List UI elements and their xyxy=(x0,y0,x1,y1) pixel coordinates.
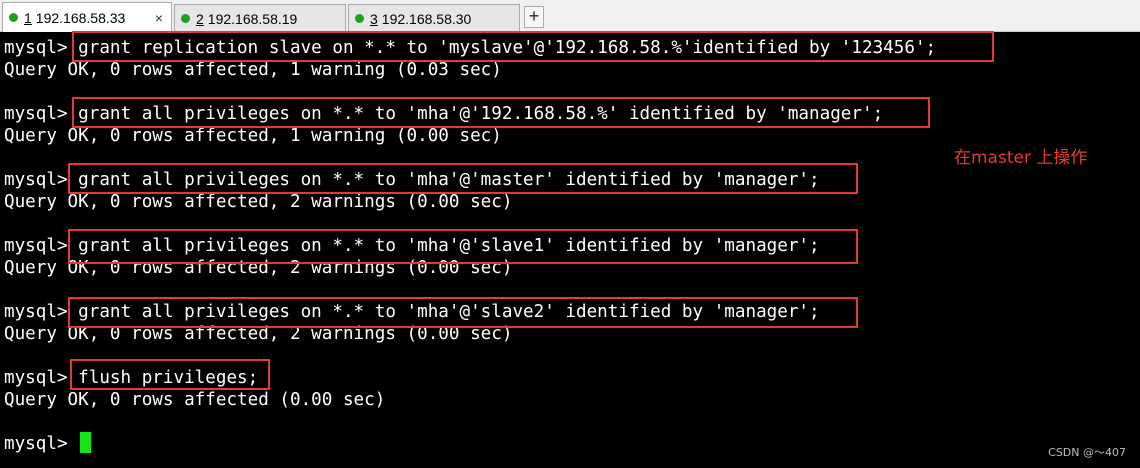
command-highlight-box xyxy=(70,359,270,390)
command-highlight-box xyxy=(68,163,858,194)
prompt: mysql> xyxy=(4,104,68,124)
terminal-cursor xyxy=(80,432,91,453)
tab-title: 192.168.58.19 xyxy=(207,10,298,27)
tab-bar: 1 192.168.58.33 × 2 192.168.58.19 3 192.… xyxy=(0,0,1140,32)
tab-session-1[interactable]: 1 192.168.58.33 × xyxy=(2,2,172,32)
terminal-line: mysql> xyxy=(4,433,68,455)
terminal-line: Query OK, 0 rows affected, 1 warning (0.… xyxy=(4,126,502,146)
prompt: mysql> xyxy=(4,38,68,58)
command-highlight-box xyxy=(68,229,858,264)
prompt: mysql> xyxy=(4,170,68,190)
tab-number: 1 xyxy=(24,9,32,26)
command-highlight-box xyxy=(72,31,994,62)
tab-title: 192.168.58.30 xyxy=(381,10,472,27)
prompt: mysql> xyxy=(4,434,68,454)
command-highlight-box xyxy=(68,297,858,328)
terminal-line: Query OK, 0 rows affected (0.00 sec) xyxy=(4,390,386,410)
command-highlight-box xyxy=(72,97,930,128)
watermark: CSDN @～407 xyxy=(1048,446,1126,459)
add-tab-button[interactable]: + xyxy=(524,6,544,28)
tab-title: 192.168.58.33 xyxy=(35,9,126,26)
terminal-line: Query OK, 0 rows affected, 1 warning (0.… xyxy=(4,60,502,80)
close-icon[interactable]: × xyxy=(155,11,163,25)
connected-status-dot-icon xyxy=(181,14,190,23)
prompt: mysql> xyxy=(4,368,68,388)
prompt: mysql> xyxy=(4,302,68,322)
tab-number: 3 xyxy=(370,10,378,27)
connected-status-dot-icon xyxy=(355,14,364,23)
connected-status-dot-icon xyxy=(9,13,18,22)
tab-session-3[interactable]: 3 192.168.58.30 xyxy=(348,4,520,32)
prompt: mysql> xyxy=(4,236,68,256)
terminal-line: Query OK, 0 rows affected, 2 warnings (0… xyxy=(4,192,513,212)
annotation-note: 在master 上操作 xyxy=(954,148,1088,168)
tab-session-2[interactable]: 2 192.168.58.19 xyxy=(174,4,346,32)
tab-number: 2 xyxy=(196,10,204,27)
